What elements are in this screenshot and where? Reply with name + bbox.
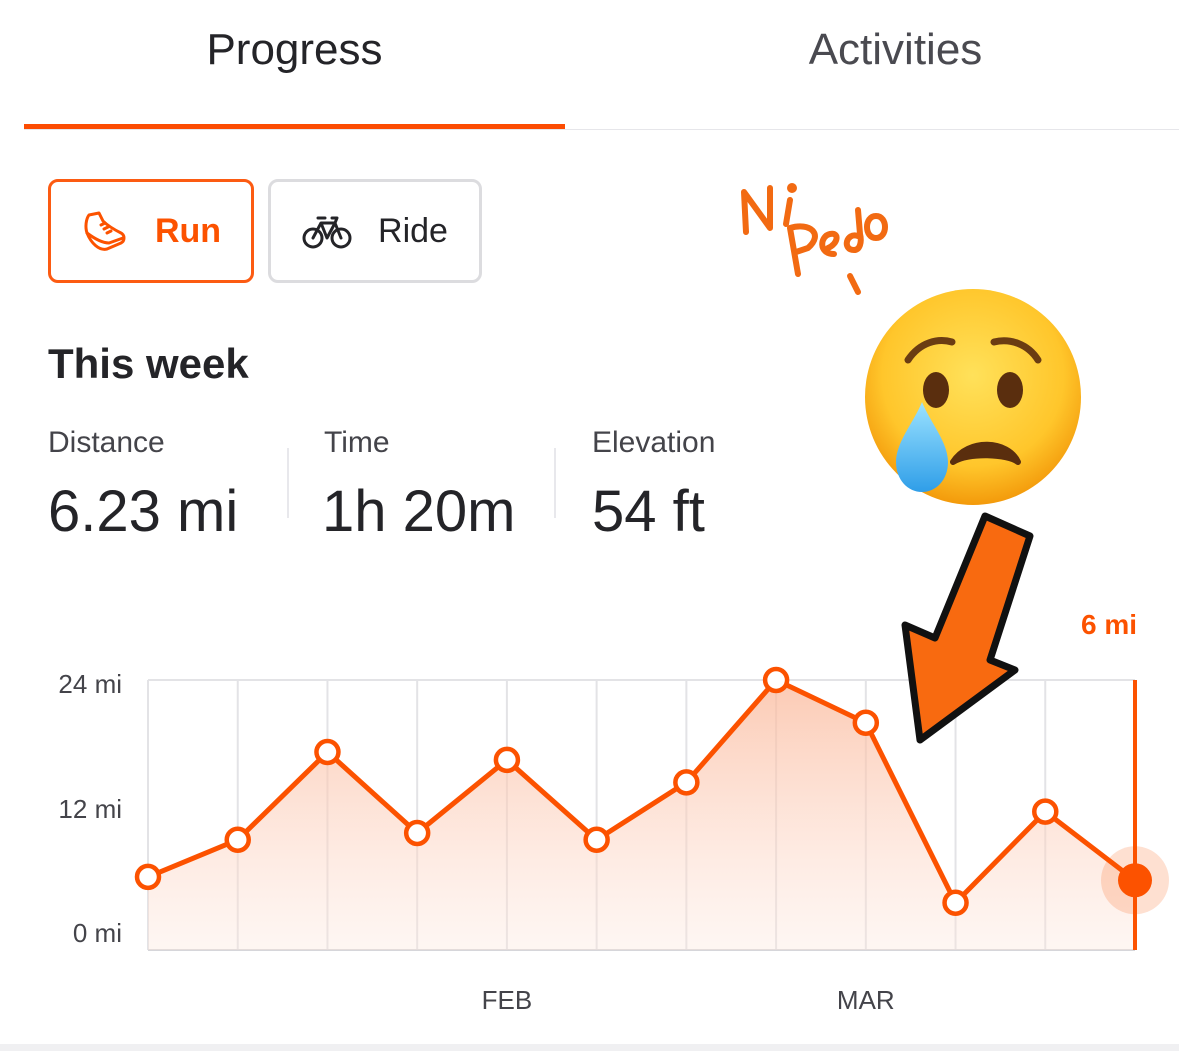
section-title: This week — [48, 340, 249, 387]
tab-activities[interactable]: Activities — [612, 20, 1179, 80]
tab-divider — [24, 129, 1179, 130]
selected-data-point[interactable] — [1118, 863, 1152, 898]
ride-filter-label: Ride — [378, 211, 448, 250]
x-tick-label: FEB — [482, 985, 533, 1015]
ride-filter-button[interactable]: Ride — [268, 179, 482, 283]
data-point[interactable] — [493, 746, 521, 774]
data-point[interactable] — [942, 889, 969, 916]
running-shoe-icon — [81, 207, 129, 255]
data-point[interactable] — [583, 826, 610, 853]
distance-label: Distance — [48, 426, 165, 459]
stat-divider — [554, 448, 556, 518]
data-point[interactable] — [673, 769, 700, 796]
elevation-value: 54 ft — [592, 479, 705, 544]
handwritten-text — [741, 183, 888, 295]
y-tick-label: 12 mi — [58, 794, 122, 824]
y-tick-label: 24 mi — [58, 669, 122, 699]
data-point[interactable] — [314, 738, 341, 766]
stat-divider — [287, 448, 289, 518]
data-point[interactable] — [1032, 798, 1059, 825]
run-filter-label: Run — [154, 211, 222, 250]
crying-face-emoji — [865, 289, 1081, 505]
bottom-divider — [0, 1044, 1179, 1051]
time-label: Time — [324, 426, 390, 459]
x-tick-label: MAR — [837, 985, 895, 1015]
y-tick-label: 0 mi — [73, 918, 122, 948]
data-point[interactable] — [134, 863, 162, 891]
distance-value: 6.23 mi — [48, 479, 239, 544]
bicycle-icon — [302, 211, 352, 251]
orange-arrow-icon — [901, 512, 1034, 744]
run-filter-button[interactable]: Run — [48, 179, 254, 283]
data-point[interactable] — [403, 819, 431, 847]
data-point[interactable] — [224, 826, 251, 853]
elevation-label: Elevation — [592, 426, 716, 459]
tab-progress[interactable]: Progress — [24, 20, 565, 80]
time-value: 1h 20m — [322, 479, 516, 544]
